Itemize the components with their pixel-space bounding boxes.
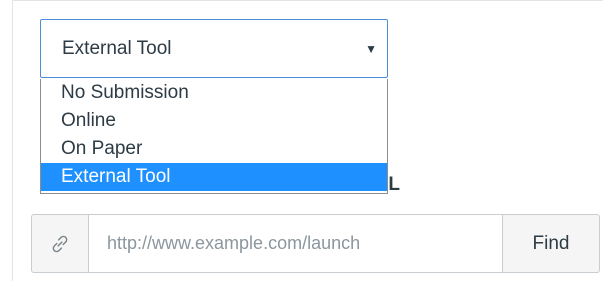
submission-type-select[interactable]: External Tool ▼ xyxy=(40,19,388,78)
external-tool-url-input[interactable] xyxy=(88,214,503,273)
external-tool-url-group: Find xyxy=(31,214,600,273)
submission-settings-panel: External Tool ▼ ERL No Submission Online… xyxy=(0,0,603,281)
chevron-down-icon: ▼ xyxy=(365,42,377,56)
panel-top-border xyxy=(12,0,603,1)
submission-type-selected-value: External Tool xyxy=(62,38,172,59)
dropdown-option-online[interactable]: Online xyxy=(41,107,387,135)
dropdown-option-on-paper[interactable]: On Paper xyxy=(41,135,387,163)
link-icon xyxy=(52,235,68,252)
panel-left-border xyxy=(12,0,13,281)
dropdown-option-no-submission[interactable]: No Submission xyxy=(41,79,387,107)
find-button[interactable]: Find xyxy=(503,214,600,273)
dropdown-option-external-tool[interactable]: External Tool xyxy=(41,163,387,191)
link-icon-addon xyxy=(31,214,88,273)
submission-type-dropdown-list: No Submission Online On Paper External T… xyxy=(40,79,388,194)
